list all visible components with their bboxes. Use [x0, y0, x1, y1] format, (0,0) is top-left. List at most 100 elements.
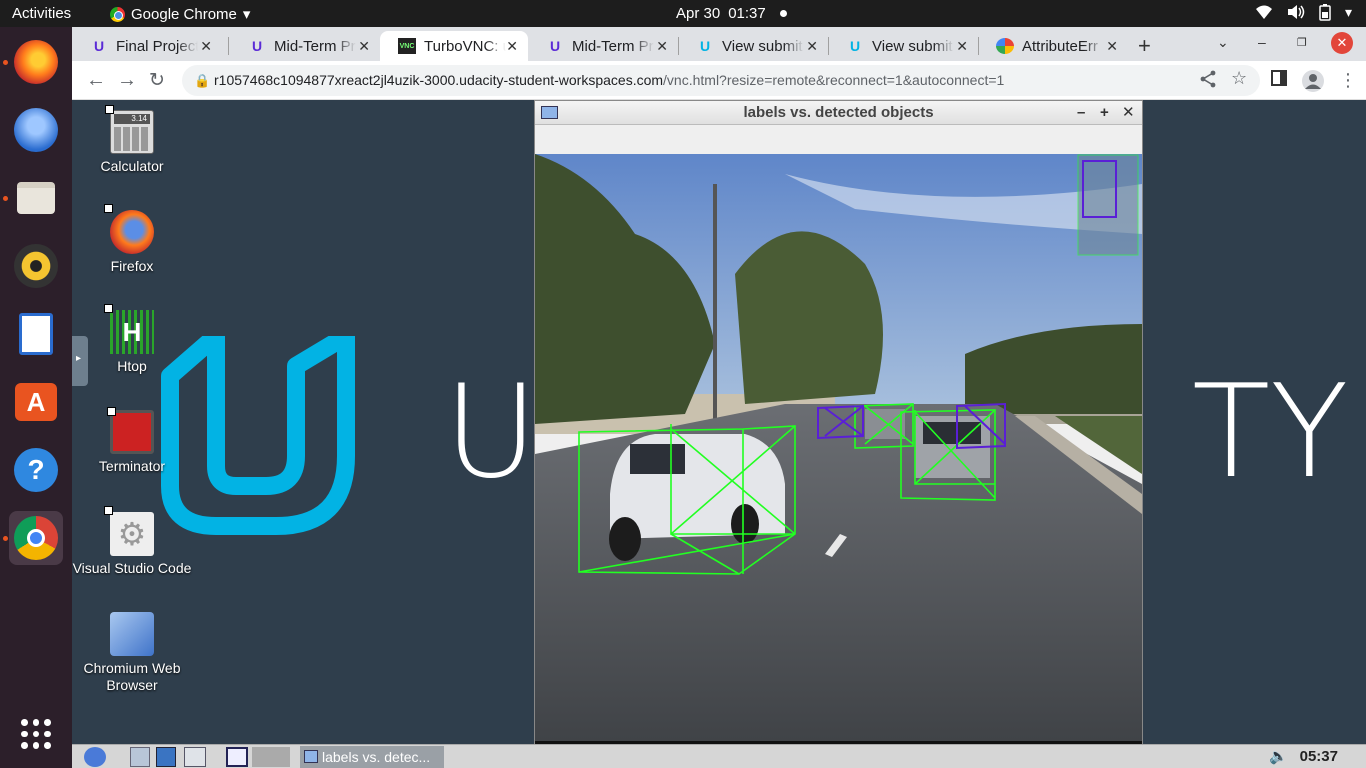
tab-separator: [228, 37, 229, 55]
side-panel-icon[interactable]: [1271, 70, 1287, 91]
tab-3[interactable]: U Mid-Term Pr ✕: [528, 31, 678, 61]
more-menu-icon[interactable]: ⋮: [1339, 70, 1357, 91]
desktop-icon-label: Visual Studio Code: [72, 560, 192, 576]
browser-icon[interactable]: [156, 747, 176, 767]
dock-files[interactable]: [3, 171, 63, 225]
file-manager-icon[interactable]: [130, 747, 150, 767]
tab-5[interactable]: U View submit ✕: [828, 31, 978, 61]
tab-4[interactable]: U View submit ✕: [678, 31, 828, 61]
desktop-icon-calculator[interactable]: 3.14 Calculator: [72, 105, 192, 175]
music-icon: [14, 244, 58, 288]
labels-window[interactable]: labels vs. detected objects – + ✕: [534, 100, 1143, 744]
clock[interactable]: Apr 30 01:37: [676, 5, 787, 22]
close-icon[interactable]: ✕: [956, 38, 968, 55]
activities-button[interactable]: Activities: [12, 5, 71, 22]
wordmark-right: TY: [1192, 358, 1349, 507]
lock-icon: 🔒: [194, 73, 211, 88]
window-titlebar[interactable]: labels vs. detected objects – + ✕: [535, 101, 1142, 125]
volume-icon[interactable]: 🔈: [1269, 747, 1288, 765]
desktop-icon-label: Chromium Web Browser: [83, 660, 181, 693]
taskbar-task-label: labels vs. detec...: [322, 749, 431, 765]
app-menu[interactable]: Google Chrome ▾: [110, 5, 250, 23]
share-icon[interactable]: [1200, 70, 1216, 93]
window-icon: [541, 106, 558, 119]
notification-dot-icon: [779, 10, 787, 17]
vnc-taskbar: labels vs. detec... 🔈 05:37: [72, 744, 1366, 768]
dock-help[interactable]: ?: [9, 443, 63, 497]
shortcut-arrow-icon: [105, 105, 114, 114]
restore-icon[interactable]: ❐: [1297, 36, 1307, 49]
tab-2[interactable]: VNC TurboVNC: u ✕: [380, 31, 528, 61]
close-icon[interactable]: ✕: [656, 38, 668, 55]
close-icon[interactable]: ✕: [1122, 101, 1135, 124]
label-box-traffic-sign: [1077, 154, 1139, 256]
back-icon[interactable]: ←: [86, 69, 106, 92]
address-bar[interactable]: 🔒 r1057468c1094877xreact2jl4uzik-3000.ud…: [182, 65, 1260, 96]
pole: [713, 184, 717, 424]
dock-software[interactable]: A: [9, 375, 63, 429]
desktop-icon-htop[interactable]: H Htop: [72, 304, 192, 375]
close-icon[interactable]: ✕: [506, 38, 518, 55]
desktop-icon-chromium[interactable]: Chromium Web Browser: [72, 612, 192, 694]
terminal-icon[interactable]: [184, 747, 206, 767]
desktop-icon-vscode[interactable]: ⚙ Visual Studio Code: [72, 506, 192, 577]
folder-icon: [17, 182, 55, 214]
taskbar-clock[interactable]: 05:37: [1300, 748, 1338, 765]
vnc-icon: VNC: [398, 38, 416, 54]
car-distant: [865, 409, 905, 439]
taskbar-task-labels-window[interactable]: labels vs. detec...: [300, 746, 444, 768]
forward-icon[interactable]: →: [117, 69, 137, 92]
close-icon[interactable]: ✕: [358, 38, 370, 55]
desktop-2-icon[interactable]: [252, 747, 290, 767]
close-icon[interactable]: ✕: [1106, 38, 1118, 55]
gear-icon: ⚙: [104, 506, 154, 556]
minimize-icon[interactable]: –: [1258, 34, 1266, 50]
calculator-display: 3.14: [114, 114, 150, 124]
desktop-icon-label: Htop: [117, 358, 147, 374]
calculator-icon: 3.14: [105, 105, 154, 154]
dock-firefox[interactable]: [3, 35, 63, 89]
store-icon: A: [15, 383, 57, 421]
desktop-icon-terminator[interactable]: Terminator: [72, 407, 192, 475]
udacity-icon: U: [549, 38, 561, 54]
system-tray[interactable]: ▾: [1255, 4, 1352, 24]
tab-search-icon[interactable]: ⌄: [1217, 34, 1229, 51]
dock-chrome[interactable]: [3, 511, 63, 565]
tab-1[interactable]: U Mid-Term Pr ✕: [230, 31, 380, 61]
dock-writer[interactable]: [9, 307, 63, 361]
close-icon[interactable]: ✕: [806, 38, 818, 55]
tab-0[interactable]: U Final Project ✕: [72, 31, 222, 61]
tab-title: Mid-Term Pr: [274, 37, 356, 55]
udacity-icon: U: [251, 38, 263, 54]
dock-rhythmbox[interactable]: [9, 239, 63, 293]
close-icon[interactable]: ✕: [200, 38, 212, 55]
document-icon: [19, 313, 53, 355]
bookmark-star-icon[interactable]: ☆: [1231, 68, 1247, 89]
reload-icon[interactable]: ↻: [149, 69, 165, 92]
firefox-icon: [104, 204, 154, 254]
vnc-viewport[interactable]: ▸ U TY 3.14 Calculator Firefox H Htop Te…: [72, 100, 1366, 744]
dock-thunderbird[interactable]: [9, 103, 63, 157]
shortcut-arrow-icon: [107, 407, 116, 416]
minimize-icon[interactable]: –: [1077, 101, 1085, 124]
grid-icon: [21, 719, 51, 749]
desktop-1-icon[interactable]: [226, 747, 248, 767]
terminal-icon: [107, 407, 154, 454]
tab-title: TurboVNC: u: [424, 37, 506, 55]
mail-icon: [14, 108, 58, 152]
firefox-icon: [14, 40, 58, 84]
dock-show-apps[interactable]: [9, 707, 63, 761]
profile-avatar-icon[interactable]: [1302, 70, 1324, 97]
tab-title: View submit: [872, 37, 953, 55]
start-menu-icon[interactable]: [84, 747, 106, 767]
desktop-icon-firefox[interactable]: Firefox: [72, 204, 192, 275]
new-tab-button[interactable]: +: [1138, 33, 1151, 59]
tab-6[interactable]: AttributeErr ✕: [978, 31, 1128, 61]
running-indicator: [3, 536, 8, 541]
close-window-button[interactable]: ✕: [1331, 32, 1353, 54]
chevron-down-icon: ▾: [1344, 4, 1352, 20]
shortcut-arrow-icon: [104, 204, 113, 213]
maximize-icon[interactable]: +: [1100, 101, 1109, 124]
tab-title: Mid-Term Pr: [572, 37, 654, 55]
google-icon: [996, 38, 1014, 54]
